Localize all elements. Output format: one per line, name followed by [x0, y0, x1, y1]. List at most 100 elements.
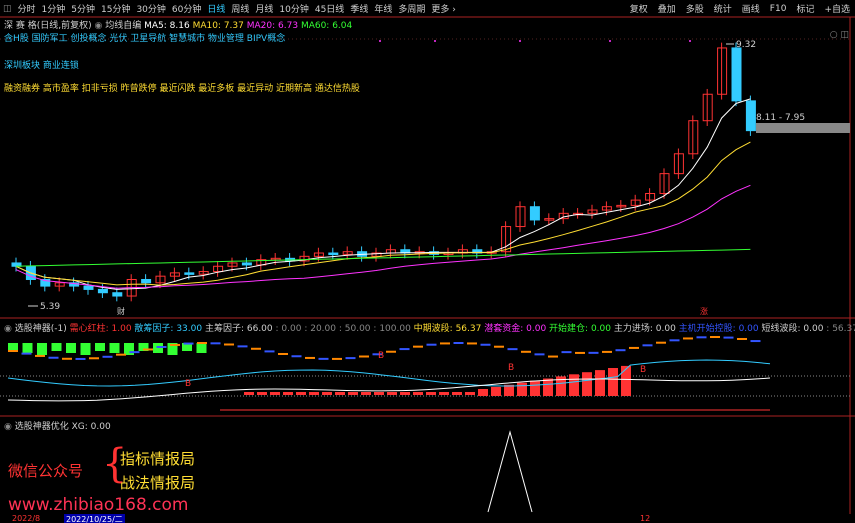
wave-dash: [507, 348, 518, 351]
red-bar: [296, 392, 306, 395]
sub1-values: 需心红柱: 1.00 散筹因子: 33.00 主筹因子: 66.00 : 0.0…: [70, 324, 855, 334]
wave-dash: [143, 348, 153, 351]
candle-body: [141, 278, 152, 284]
red-bar: [543, 378, 553, 396]
xg-signal-spike: [487, 430, 533, 513]
date-axis: 2022/8 12: [0, 514, 855, 523]
red-bar: [283, 392, 293, 395]
red-bar: [244, 392, 254, 395]
candle-body: [529, 206, 540, 221]
sub1-title[interactable]: 选股神器(-1): [15, 324, 67, 334]
sub1-item-value: 33.00: [173, 324, 203, 334]
red-bar: [361, 392, 371, 395]
event-dot: [379, 40, 381, 42]
red-bar: [309, 392, 319, 395]
candle-body: [97, 288, 108, 294]
wave-dash: [156, 345, 167, 348]
wave-dash: [588, 351, 599, 354]
green-bar: [196, 343, 207, 353]
red-bar: [439, 392, 449, 395]
wave-dash: [62, 357, 72, 360]
wave-dash: [521, 350, 531, 353]
wave-dash: [345, 357, 356, 360]
watermark-wechat-label: 微信公众号: [8, 462, 84, 480]
date-right-label: 12: [640, 514, 651, 523]
red-bar: [322, 392, 332, 395]
wave-dash: [561, 351, 572, 354]
red-bar: [569, 374, 579, 396]
current-price-bar: [756, 123, 850, 133]
green-bar: [8, 343, 18, 351]
wave-dash: [399, 348, 410, 351]
wave-dash: [8, 350, 18, 352]
price-low-label: 5.39: [40, 302, 61, 312]
sub1-item-value: 0.00: [800, 324, 824, 334]
red-bar: [426, 392, 436, 395]
price-range-label: 8.11 - 7.95: [756, 113, 806, 123]
wave-dash: [170, 343, 180, 346]
red-bar: [517, 382, 527, 396]
wave-dash: [737, 337, 747, 340]
buy-signal-b: B: [508, 363, 514, 373]
green-bar: [66, 343, 76, 353]
wave-dash: [264, 350, 275, 353]
green-bar: [37, 343, 47, 355]
sub2-settings-icon[interactable]: ◉: [4, 422, 15, 432]
wave-dash: [467, 342, 477, 345]
selected-date: 2022/10/25/二: [64, 514, 125, 523]
wave-dash: [575, 351, 585, 354]
candle-body: [731, 47, 742, 102]
wave-dash: [710, 336, 720, 339]
red-bar: [465, 392, 475, 395]
event-dot: [609, 40, 611, 42]
candle-body: [328, 252, 339, 256]
sub1-item-label: 需心红柱:: [69, 324, 109, 334]
finance-marker[interactable]: 财: [117, 306, 125, 317]
price-high-label: 9.32: [736, 40, 757, 50]
ma5-line: [15, 98, 751, 290]
wave-dash: [413, 345, 423, 348]
sub1-item-value: 0.00: [588, 324, 611, 334]
sub1-item-value: 0.00: [278, 324, 302, 334]
red-bar: [270, 392, 280, 395]
wave-dash: [669, 339, 680, 342]
wave-dash: [494, 345, 504, 348]
green-bar: [80, 343, 91, 355]
buy-signal-b: B: [378, 351, 384, 361]
red-bar: [387, 392, 397, 395]
wave-dash: [453, 342, 464, 345]
wave-dash: [224, 343, 234, 346]
sub1-item-value: 0.00: [652, 324, 676, 334]
sub1-item-value: 0.00: [523, 324, 547, 334]
wave-dash: [480, 343, 491, 346]
red-bar: [491, 386, 501, 396]
wave-dash: [129, 351, 140, 354]
ma60-line: [15, 248, 751, 267]
sub2-title[interactable]: 选股神器优化: [15, 422, 69, 432]
red-bar: [478, 389, 488, 396]
event-dot: [519, 40, 521, 42]
event-dot: [434, 40, 436, 42]
chart-corner-icons[interactable]: ○ ◫: [830, 30, 849, 40]
limit-up-marker[interactable]: 涨: [700, 306, 708, 317]
sub1-item-value: 20.00: [307, 324, 336, 334]
buy-signal-b: B: [185, 379, 191, 389]
red-bar: [413, 392, 423, 395]
sub1-item-value: 0.00: [735, 324, 759, 334]
wave-dash: [750, 340, 761, 343]
wave-dash: [102, 355, 113, 358]
sub1-header: ◉ 选股神器(-1) 需心红柱: 1.00 散筹因子: 33.00 主筹因子: …: [4, 321, 855, 334]
wave-dash: [75, 357, 86, 360]
sub1-item-value: 66.00: [244, 324, 273, 334]
wave-dash: [210, 342, 221, 345]
sub1-settings-icon[interactable]: ◉: [4, 324, 15, 334]
wave-dash: [318, 357, 329, 360]
buy-signal-b: B: [640, 365, 646, 375]
sub1-item-label: 主筹因子:: [202, 324, 244, 334]
candle-body: [184, 272, 195, 275]
sub1-item-value: 100.00: [376, 324, 411, 334]
red-bar: [257, 392, 267, 395]
red-bar: [400, 392, 410, 395]
kline-chart-canvas[interactable]: B B B B: [0, 0, 855, 523]
wave-dash: [305, 356, 315, 359]
